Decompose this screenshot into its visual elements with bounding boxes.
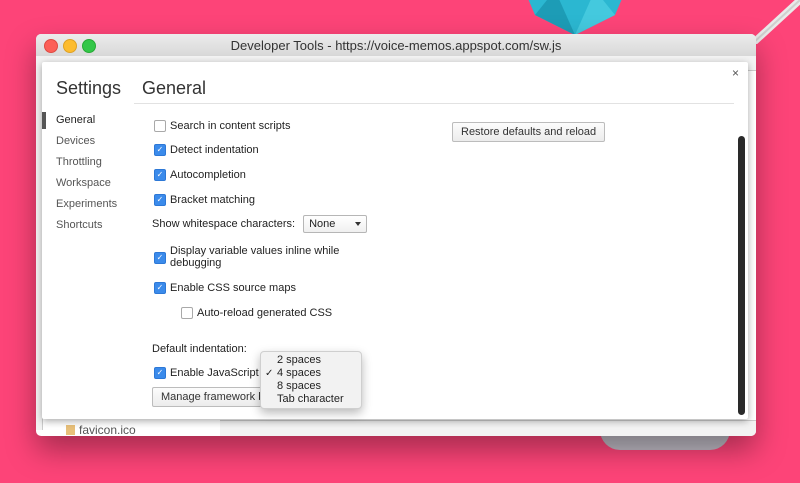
- option-text: 2 spaces: [277, 354, 322, 366]
- nav-item-devices[interactable]: Devices: [42, 131, 134, 152]
- checkbox[interactable]: [181, 307, 193, 319]
- indentation-option-4-spaces[interactable]: ✓ 4 spaces: [261, 367, 361, 380]
- whitespace-select[interactable]: None: [303, 215, 368, 233]
- stick-illustration: [752, 0, 800, 44]
- detect-indentation-option[interactable]: ✓ Detect indentation: [154, 144, 259, 156]
- indentation-option-8-spaces[interactable]: 8 spaces: [261, 380, 361, 393]
- checkbox[interactable]: ✓: [154, 144, 166, 156]
- checkmark-icon: ✓: [265, 368, 274, 379]
- option-text: 8 spaces: [277, 380, 322, 392]
- bracket-matching-option[interactable]: ✓ Bracket matching: [154, 194, 255, 206]
- indentation-option-2-spaces[interactable]: 2 spaces: [261, 354, 361, 367]
- checkbox[interactable]: ✓: [154, 282, 166, 294]
- default-indentation-setting: Default indentation:: [152, 343, 247, 355]
- option-text: 4 spaces: [277, 367, 322, 379]
- option-text: Tab character: [277, 393, 344, 405]
- section-title: General: [142, 78, 207, 98]
- whitespace-setting: Show whitespace characters: None: [152, 215, 368, 233]
- css-source-maps-option[interactable]: ✓ Enable CSS source maps: [154, 282, 296, 294]
- navigator-file-item[interactable]: favicon.ico: [66, 423, 136, 436]
- title-bar: Developer Tools - https://voice-memos.ap…: [36, 34, 756, 57]
- devtools-status-bar: [220, 420, 756, 436]
- autocompletion-option[interactable]: ✓ Autocompletion: [154, 169, 246, 181]
- window-title: Developer Tools - https://voice-memos.ap…: [230, 38, 562, 53]
- checkbox[interactable]: ✓: [154, 367, 166, 379]
- nav-item-shortcuts[interactable]: Shortcuts: [42, 215, 134, 236]
- devtools-window: Developer Tools - https://voice-memos.ap…: [36, 34, 756, 436]
- nav-item-general[interactable]: General: [42, 110, 134, 131]
- checkbox[interactable]: ✓: [154, 194, 166, 206]
- whitespace-value: None: [309, 218, 336, 230]
- checkbox[interactable]: ✓: [154, 169, 166, 181]
- option-label: Display variable values inline while deb…: [170, 245, 340, 269]
- enable-javascript-option[interactable]: ✓ Enable JavaScript: [154, 367, 259, 379]
- option-label: Autocompletion: [170, 169, 246, 181]
- option-label: Bracket matching: [170, 194, 255, 206]
- close-icon[interactable]: ×: [732, 66, 739, 80]
- nav-item-workspace[interactable]: Workspace: [42, 173, 134, 194]
- file-name: favicon.ico: [79, 423, 136, 436]
- restore-defaults-button[interactable]: Restore defaults and reload: [452, 122, 606, 142]
- whitespace-label: Show whitespace characters:: [152, 218, 296, 230]
- indentation-label[interactable]: Default indentation:: [152, 343, 247, 355]
- option-label: Search in content scripts: [170, 120, 291, 132]
- option-label: Enable JavaScript: [170, 367, 259, 379]
- indentation-dropdown-menu: 2 spaces ✓ 4 spaces 8 spaces Tab characte…: [260, 351, 362, 409]
- general-settings-content: Search in content scripts ✓ Detect inden…: [152, 114, 714, 414]
- vertical-scrollbar[interactable]: [738, 136, 745, 415]
- option-label: Detect indentation: [170, 144, 259, 156]
- display-inline-option[interactable]: ✓ Display variable values inline while d…: [154, 245, 342, 269]
- option-label: Enable CSS source maps: [170, 282, 296, 294]
- settings-dialog: × Settings General General Devices Throt…: [42, 62, 748, 419]
- search-content-scripts-option[interactable]: Search in content scripts: [154, 120, 290, 132]
- nav-item-throttling[interactable]: Throttling: [42, 152, 134, 173]
- option-label: Auto-reload generated CSS: [197, 307, 333, 319]
- checkbox[interactable]: [154, 120, 166, 132]
- nav-item-experiments[interactable]: Experiments: [42, 194, 134, 215]
- settings-title: Settings: [56, 78, 122, 98]
- checkbox[interactable]: ✓: [154, 252, 166, 264]
- indentation-option-tab[interactable]: Tab character: [261, 393, 361, 406]
- settings-nav: General Devices Throttling Workspace Exp…: [42, 110, 134, 236]
- auto-reload-css-option[interactable]: Auto-reload generated CSS: [181, 307, 332, 319]
- header-divider: [134, 103, 734, 104]
- chevron-down-icon: [355, 222, 362, 226]
- file-icon: [66, 425, 75, 435]
